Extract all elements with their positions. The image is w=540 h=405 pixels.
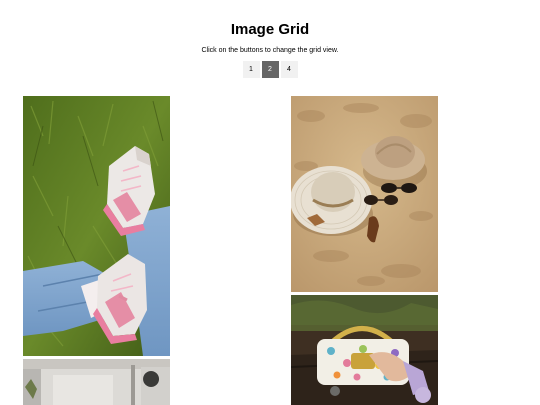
grid-4-column-button[interactable]: 4 [280,61,298,78]
grid-2-column-button[interactable]: 2 [261,61,279,78]
page-title: Image Grid [230,21,310,38]
handbag-photo [291,295,438,405]
image-grid-page: Image Grid Click on the buttons to chang… [0,0,540,405]
grid-view-buttons: 1 2 4 [0,61,540,78]
page-instructions: Click on the buttons to change the grid … [201,47,339,54]
sign-photo [23,359,170,405]
sun-hats-on-sand-photo [291,96,438,292]
grid-1-column-button[interactable]: 1 [242,61,260,78]
sneakers-on-grass-photo [23,96,170,356]
